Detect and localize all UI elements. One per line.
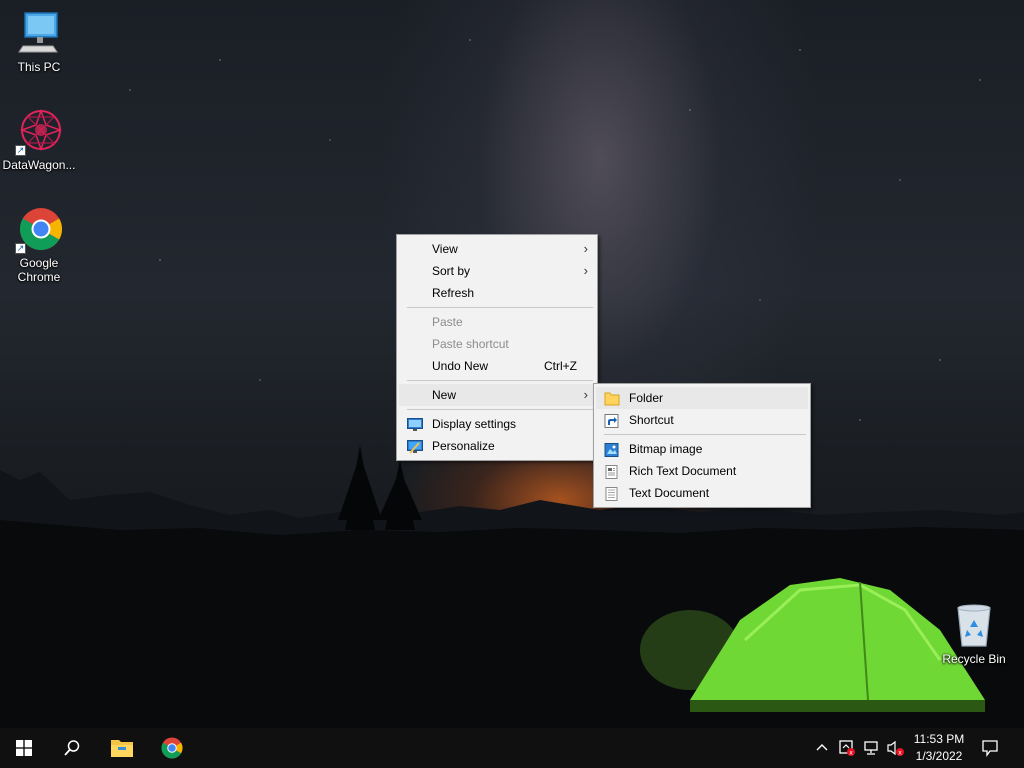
personalize-icon xyxy=(407,439,423,454)
shortcut-arrow-icon: ↗ xyxy=(15,243,26,254)
clock-date: 1/3/2022 xyxy=(915,749,963,763)
network-icon xyxy=(864,741,878,755)
new-submenu: Folder Shortcut Bitmap image Rich Text D… xyxy=(593,383,811,508)
desktop-icon-google-chrome[interactable]: ↗ Google Chrome xyxy=(1,206,77,284)
start-button[interactable] xyxy=(0,728,48,768)
defender-icon: x xyxy=(839,740,855,757)
rich-text-icon xyxy=(604,464,620,479)
show-hidden-icons-button[interactable] xyxy=(814,740,832,756)
chevron-right-icon: › xyxy=(583,241,588,256)
search-icon xyxy=(64,740,80,756)
menu-item-display-settings[interactable]: Display settings xyxy=(399,413,595,435)
clock-time: 11:53 PM xyxy=(913,732,965,746)
menu-item-label: Sort by xyxy=(432,264,471,278)
taskbar-file-explorer[interactable] xyxy=(98,728,146,768)
search-button[interactable] xyxy=(48,728,96,768)
taskbar-chrome[interactable] xyxy=(148,728,196,768)
text-document-icon xyxy=(604,486,620,501)
submenu-item-label: Bitmap image xyxy=(629,442,703,456)
menu-item-undo-new[interactable]: Undo New Ctrl+Z xyxy=(399,355,595,377)
submenu-item-label: Folder xyxy=(629,391,664,405)
submenu-item-label: Rich Text Document xyxy=(629,464,737,478)
menu-separator xyxy=(604,434,806,435)
submenu-item-bitmap-image[interactable]: Bitmap image xyxy=(596,438,808,460)
menu-item-label: Undo New xyxy=(432,359,489,373)
file-explorer-icon xyxy=(111,740,133,757)
action-center-icon xyxy=(982,740,998,757)
menu-item-label: Paste xyxy=(432,315,463,329)
submenu-item-shortcut[interactable]: Shortcut xyxy=(596,409,808,431)
tray-defender[interactable]: x xyxy=(838,739,856,757)
menu-item-sort-by[interactable]: Sort by › xyxy=(399,260,595,282)
menu-item-label: View xyxy=(432,242,458,256)
desktop-icon-label: This PC xyxy=(17,60,61,74)
menu-item-label: Personalize xyxy=(432,439,495,453)
menu-separator xyxy=(407,380,593,381)
menu-separator xyxy=(407,409,593,410)
submenu-item-folder[interactable]: Folder xyxy=(596,387,808,409)
menu-item-label: New xyxy=(432,388,457,402)
desktop-icon-this-pc[interactable]: This PC xyxy=(1,10,77,74)
desktop-icon-datawagon[interactable]: ↗ DataWagon... xyxy=(1,108,77,172)
chevron-right-icon: › xyxy=(583,263,588,278)
datawagon-icon: ↗ xyxy=(15,108,63,156)
menu-item-label: Refresh xyxy=(432,286,475,300)
desktop-background[interactable]: This PC ↗ DataWagon... ↗ Google Chrome R… xyxy=(0,0,1024,728)
menu-item-new[interactable]: New › xyxy=(399,384,595,406)
menu-item-label: Paste shortcut xyxy=(432,337,509,351)
chrome-icon xyxy=(161,737,183,759)
chrome-icon: ↗ xyxy=(15,206,63,254)
recycle-bin-icon xyxy=(950,602,998,650)
tray-network[interactable] xyxy=(862,739,880,757)
start-icon xyxy=(16,740,32,756)
desktop-icon-recycle-bin[interactable]: Recycle Bin xyxy=(936,602,1012,666)
submenu-item-text-document[interactable]: Text Document xyxy=(596,482,808,504)
svg-text:x: x xyxy=(849,750,853,757)
chevron-right-icon: › xyxy=(583,387,588,402)
menu-item-refresh[interactable]: Refresh xyxy=(399,282,595,304)
chevron-up-icon xyxy=(816,744,828,751)
submenu-item-label: Text Document xyxy=(629,486,710,500)
menu-item-label: Display settings xyxy=(432,417,517,431)
bitmap-icon xyxy=(604,442,620,457)
desktop-icon-label: DataWagon... xyxy=(2,158,76,172)
action-center-button[interactable] xyxy=(980,738,1002,758)
menu-separator xyxy=(407,307,593,308)
menu-item-shortcut: Ctrl+Z xyxy=(544,359,577,373)
taskbar-clock[interactable]: 11:53 PM 1/3/2022 xyxy=(902,731,976,765)
menu-item-view[interactable]: View › xyxy=(399,238,595,260)
menu-item-personalize[interactable]: Personalize xyxy=(399,435,595,457)
taskbar: x x 11:53 PM 1/3/2022 xyxy=(0,728,1024,768)
display-settings-icon xyxy=(407,417,423,431)
menu-item-paste: Paste xyxy=(399,311,595,333)
desktop-icon-label: Google Chrome xyxy=(17,256,61,284)
submenu-item-rich-text-document[interactable]: Rich Text Document xyxy=(596,460,808,482)
shortcut-icon xyxy=(604,413,620,428)
folder-icon xyxy=(604,391,620,406)
shortcut-arrow-icon: ↗ xyxy=(15,145,26,156)
this-pc-icon xyxy=(15,10,63,58)
desktop-icon-label: Recycle Bin xyxy=(942,652,1006,666)
submenu-item-label: Shortcut xyxy=(629,413,674,427)
desktop-context-menu: View › Sort by › Refresh Paste Paste sho… xyxy=(396,234,598,461)
menu-item-paste-shortcut: Paste shortcut xyxy=(399,333,595,355)
